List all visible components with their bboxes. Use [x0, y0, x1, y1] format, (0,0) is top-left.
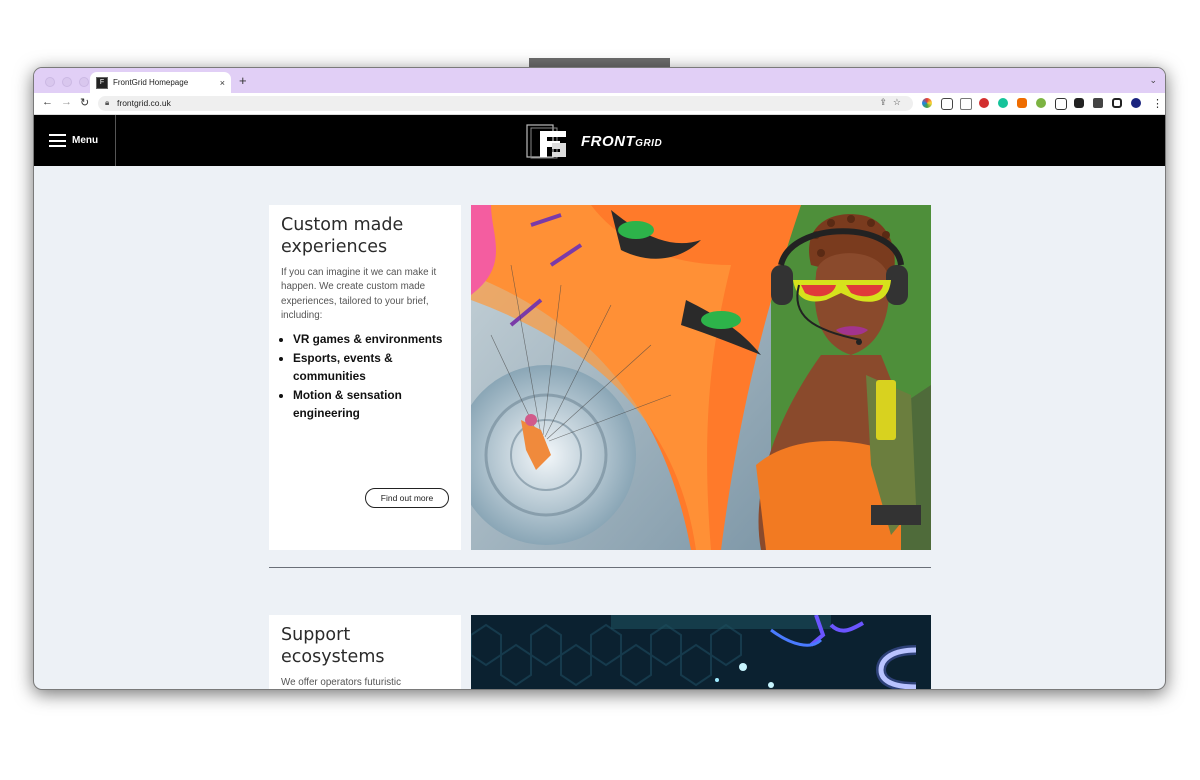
hamburger-icon[interactable]	[49, 134, 66, 147]
browser-window: F FrontGrid Homepage × + ⌄ ← → ↻ 🔒︎ fron…	[33, 67, 1166, 690]
puzzle-extensions-icon[interactable]	[1093, 98, 1103, 108]
menu-button[interactable]: Menu	[34, 115, 116, 166]
reload-icon[interactable]: ↻	[80, 96, 89, 109]
window-controls[interactable]	[45, 77, 89, 87]
vue-extension-icon[interactable]	[1055, 98, 1067, 110]
browser-toolbar: ← → ↻ 🔒︎ frontgrid.co.uk ⇪☆ ⋮	[34, 93, 1165, 115]
tab-frontgrid-homepage[interactable]: F FrontGrid Homepage ×	[90, 72, 231, 93]
frontgrid-favicon-icon: F	[96, 76, 108, 89]
feature-list: VR games & environments Esports, events …	[281, 330, 449, 422]
frontgrid-logo[interactable]: FRONTGRID	[526, 122, 662, 160]
tab-title: FrontGrid Homepage	[113, 78, 189, 87]
feature-list-item: VR games & environments	[293, 330, 449, 348]
share-and-bookmark-icons[interactable]: ⇪☆	[879, 97, 907, 108]
maximize-window-icon[interactable]	[79, 77, 89, 87]
grammarly-extension-icon[interactable]	[998, 98, 1008, 108]
logo-wordmark: FRONTGRID	[581, 133, 662, 150]
red-extension-icon[interactable]	[979, 98, 989, 108]
green-extension-icon[interactable]	[1036, 98, 1046, 108]
tab-close-icon[interactable]: ×	[220, 78, 225, 88]
close-window-icon[interactable]	[45, 77, 55, 87]
browser-menu-icon[interactable]: ⋮	[1152, 97, 1163, 110]
tab-strip: F FrontGrid Homepage × + ⌄	[34, 68, 1165, 93]
find-out-more-button[interactable]: Find out more	[365, 488, 449, 508]
forward-arrow-icon[interactable]: →	[61, 96, 72, 108]
section-title: Custom made experiences	[281, 215, 404, 257]
tab-search-chevron-icon[interactable]: ⌄	[1149, 75, 1157, 86]
feature-list-item: Esports, events & communities	[293, 349, 449, 385]
side-panel-icon[interactable]	[1112, 98, 1122, 108]
logo-sub-text: GRID	[635, 137, 663, 149]
feature-list-item: Motion & sensation engineering	[293, 386, 449, 422]
lock-icon[interactable]: 🔒︎	[105, 98, 109, 108]
address-bar[interactable]: 🔒︎ frontgrid.co.uk ⇪☆	[98, 96, 913, 111]
vr-paraglider-illustration	[471, 205, 931, 550]
site-header: Menu FRONTGRID	[34, 115, 1165, 166]
back-arrow-icon[interactable]: ←	[42, 96, 53, 108]
hero-image-neon-hexagons	[471, 615, 931, 689]
section-title: Support ecosystems	[281, 625, 385, 667]
hero-image-vr-paraglider	[471, 205, 931, 550]
color-picker-extension-icon[interactable]	[922, 98, 932, 108]
menu-label[interactable]: Menu	[72, 135, 98, 146]
screen-capture-extension-icon[interactable]	[941, 98, 953, 110]
support-ecosystems-card: Support ecosystems We offer operators fu…	[269, 615, 461, 689]
section-body: If you can imagine it we can make it hap…	[281, 267, 437, 322]
minimize-window-icon[interactable]	[62, 77, 72, 87]
section-divider	[269, 567, 931, 568]
dark-extension-icon[interactable]	[1074, 98, 1084, 108]
frontgrid-logo-mark-icon	[526, 124, 566, 159]
custom-experiences-card: Custom made experiences If you can imagi…	[269, 205, 461, 550]
orange-extension-icon[interactable]	[1017, 98, 1027, 108]
new-tab-button[interactable]: +	[239, 74, 247, 87]
profile-avatar-icon[interactable]	[1131, 98, 1141, 108]
camera-extension-icon[interactable]	[960, 98, 972, 110]
neon-hexagon-illustration	[471, 615, 931, 689]
url-text[interactable]: frontgrid.co.uk	[117, 98, 171, 108]
logo-main-text: FRONT	[581, 132, 636, 150]
section-body: We offer operators futuristic	[281, 677, 401, 688]
